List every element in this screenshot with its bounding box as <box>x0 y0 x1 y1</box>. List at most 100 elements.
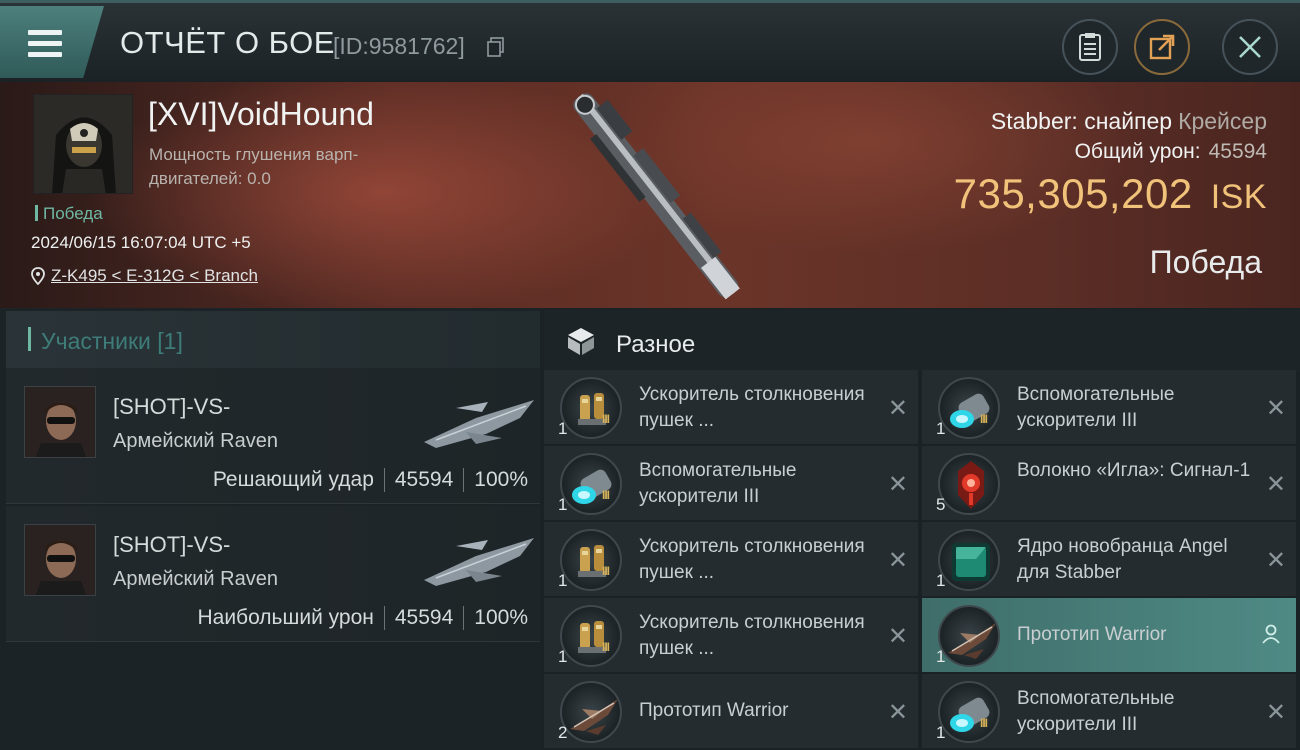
share-button[interactable] <box>1134 19 1190 75</box>
participant-stats: Наибольший урон 45594 100% <box>197 606 528 630</box>
victim-ship-name[interactable]: Stabber: снайпер <box>991 108 1172 134</box>
menu-button[interactable] <box>0 6 104 78</box>
item-tier: III <box>980 412 988 426</box>
participant-portrait-icon <box>25 387 95 457</box>
item-row[interactable]: 1 III Ускоритель столкновения пушек ... ✕ <box>544 370 918 444</box>
total-damage-label: Общий урон: <box>1074 140 1201 163</box>
item-row[interactable]: 1 III Вспомогательные ускорители III ✕ <box>544 446 918 520</box>
aux-booster-icon <box>560 453 622 515</box>
item-name: Вспомогательные ускорители III <box>639 460 797 507</box>
item-row[interactable]: 1 III Ускоритель столкновения пушек ... ✕ <box>544 522 918 596</box>
stat-separator <box>383 468 385 492</box>
item-name: Ядро новобранца Angel для Stabber <box>1017 536 1228 583</box>
top-bar: ОТЧЁТ О БОЕ [ID:9581762] <box>0 0 1300 82</box>
aux-booster-icon <box>938 681 1000 743</box>
copy-icon[interactable] <box>487 37 505 57</box>
destroyed-x-icon: ✕ <box>887 699 908 726</box>
item-quantity: 1 <box>558 647 568 666</box>
item-row[interactable]: 1 III Ускоритель столкновения пушек ... ✕ <box>544 598 918 672</box>
item-name: Вспомогательные ускорители III <box>1017 688 1175 735</box>
participants-header: Участники [1] <box>41 328 183 354</box>
participant-avatar[interactable] <box>24 386 96 458</box>
item-quantity: 1 <box>558 419 568 438</box>
item-quantity: 1 <box>558 495 568 514</box>
item-name: Ускоритель столкновения пушек ... <box>639 612 865 659</box>
victim-pilot-name[interactable]: [XVI]VoidHound <box>148 96 374 133</box>
total-damage: Общий урон: 45594 <box>1075 140 1267 164</box>
misc-header-label: Разное <box>616 331 696 358</box>
stat-separator <box>383 606 385 630</box>
participant-damage: 45594 <box>394 606 454 629</box>
pilot-icon <box>1262 624 1280 644</box>
kill-summary-banner: [XVI]VoidHound Мощность глушения варп-дв… <box>0 82 1300 308</box>
gun-booster-icon <box>560 377 622 439</box>
menu-icon <box>28 30 62 35</box>
battle-datetime: 2024/06/15 16:07:04 UTC +5 <box>31 233 251 252</box>
battle-outcome: Победа <box>1149 244 1262 280</box>
victim-ship-class: Крейсер <box>1178 108 1267 134</box>
destroyed-x-icon: ✕ <box>1265 547 1286 574</box>
participant-card[interactable]: [SHOT]-VS- Армейский Raven Решающий удар… <box>6 368 540 504</box>
menu-icon-bar <box>28 52 62 57</box>
item-quantity: 5 <box>936 495 946 514</box>
drone-icon <box>560 681 622 743</box>
item-quantity: 1 <box>936 647 946 666</box>
item-row[interactable]: 1 III Вспомогательные ускорители III ✕ <box>922 674 1296 748</box>
participants-panel: Участники [1] [SHOT]-VS- Армейский Raven… <box>0 308 540 750</box>
item-quantity: 1 <box>558 571 568 590</box>
location-text: Z-K495 < E-312G < Branch <box>51 266 258 285</box>
fiber-icon <box>938 453 1000 515</box>
raven-ship-icon <box>424 400 534 448</box>
raven-ship-icon <box>424 538 534 586</box>
isk-amount: 735,305,202 <box>953 170 1193 217</box>
participant-percent: 100% <box>474 606 528 629</box>
destroyed-x-icon: ✕ <box>887 547 908 574</box>
item-row[interactable]: 5 Волокно «Игла»: Сигнал-1 ✕ <box>922 446 1296 520</box>
participant-role: Решающий удар <box>212 468 374 491</box>
participant-role: Наибольший урон <box>197 606 374 629</box>
destroyed-x-icon: ✕ <box>1265 471 1286 498</box>
close-button[interactable] <box>1222 19 1278 75</box>
victim-avatar[interactable] <box>33 94 133 194</box>
participants-tab[interactable]: Участники [1] <box>6 311 540 369</box>
cube-icon <box>568 328 594 355</box>
result-tag: Победа <box>35 204 103 224</box>
participant-card[interactable]: [SHOT]-VS- Армейский Raven Наибольший ур… <box>6 506 540 642</box>
aux-booster-icon <box>938 377 1000 439</box>
clipboard-button[interactable] <box>1062 19 1118 75</box>
destroyed-x-icon: ✕ <box>1265 699 1286 726</box>
participant-portrait-icon <box>25 525 95 595</box>
item-name: Волокно «Игла»: Сигнал-1 <box>1017 460 1251 481</box>
item-quantity: 1 <box>936 571 946 590</box>
item-name: Вспомогательные ускорители III <box>1017 384 1175 431</box>
participant-percent: 100% <box>474 468 528 491</box>
item-tier: III <box>980 716 988 730</box>
participant-damage: 45594 <box>394 468 454 491</box>
gun-booster-icon <box>560 529 622 591</box>
item-row[interactable]: 2 Прототип Warrior ✕ <box>544 674 918 748</box>
stat-separator <box>463 468 465 492</box>
total-damage-value: 45594 <box>1208 140 1267 163</box>
item-quantity: 1 <box>936 419 946 438</box>
victim-portrait-icon <box>34 95 132 193</box>
item-tier: III <box>602 412 610 426</box>
item-row[interactable]: 1 Ядро новобранца Angel для Stabber ✕ <box>922 522 1296 596</box>
stat-separator <box>463 606 465 630</box>
item-row[interactable]: 1 III Вспомогательные ускорители III ✕ <box>922 370 1296 444</box>
participant-name: [SHOT]-VS- <box>113 394 231 419</box>
location-pin-icon <box>31 267 45 285</box>
menu-icon-bar <box>28 41 62 46</box>
victim-ship-line: Stabber: снайпер Крейсер <box>991 108 1267 135</box>
jam-strength-label: Мощность глушения варп-двигателей: 0.0 <box>149 145 359 188</box>
report-id: [ID:9581762] <box>333 33 465 59</box>
item-quantity: 1 <box>936 723 946 742</box>
item-row[interactable]: 1 Прототип Warrior <box>922 598 1296 672</box>
clipboard-icon <box>1079 33 1101 61</box>
drone-icon <box>938 605 1000 667</box>
isk-value: 735,305,202 ISK <box>954 170 1267 218</box>
destroyed-x-icon: ✕ <box>887 471 908 498</box>
location-link[interactable]: Z-K495 < E-312G < Branch <box>31 266 258 286</box>
misc-panel: Разное 1 III Ускоритель столкновения пушек… <box>540 308 1300 750</box>
participant-ship: Армейский Raven <box>113 430 278 452</box>
participant-avatar[interactable] <box>24 524 96 596</box>
